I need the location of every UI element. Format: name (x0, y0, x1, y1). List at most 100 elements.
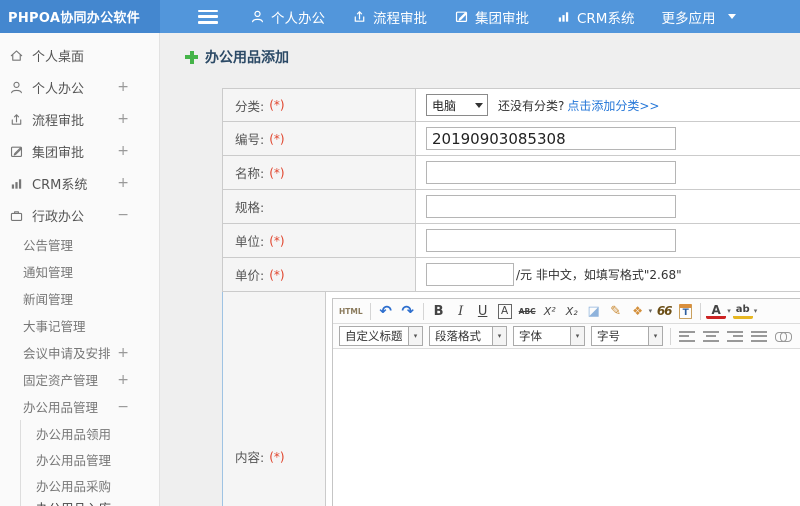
bar-chart-icon (9, 176, 25, 191)
dropdown-caret-icon: ▾ (753, 307, 758, 315)
font-size-select[interactable]: 字号 ▾ (591, 326, 663, 346)
nav-item-crm[interactable]: CRM系统 (556, 7, 634, 27)
nav-item-label: 个人办公 (271, 10, 325, 27)
form-row-unit: 单位: (*) (222, 224, 800, 258)
category-select[interactable]: 电脑 (426, 94, 488, 116)
strikethrough-button[interactable]: ABC (517, 301, 538, 322)
custom-heading-select[interactable]: 自定义标题 ▾ (339, 326, 423, 346)
price-format-hint: /元 非中文，如填写格式"2.68" (516, 268, 682, 282)
nav-item-personal-office[interactable]: 个人办公 (250, 7, 325, 27)
sidebar-subitem-notices[interactable]: 通知管理 (0, 258, 159, 285)
select-caret-icon: ▾ (570, 327, 584, 345)
paragraph-format-select[interactable]: 段落格式 ▾ (429, 326, 507, 346)
form-row-content: 内容: (*) HTML ↶ ↷ B I U A ABC X² X₂ ◪ ✎ ❖… (222, 292, 800, 506)
content-label: 内容: (235, 450, 265, 465)
nav-item-more-apps[interactable]: 更多应用 (661, 7, 737, 27)
nav-item-label: 流程审批 (373, 10, 427, 27)
sidebar-item-label: 个人办公 (32, 81, 85, 97)
name-label: 名称: (235, 166, 265, 181)
brush-icon[interactable]: ✎ (606, 301, 626, 322)
sidebar-subitem-announcements[interactable]: 公告管理 (0, 231, 159, 258)
sidebar-subitem-fixed-assets[interactable]: 固定资产管理 + (0, 366, 159, 393)
code-input[interactable] (426, 127, 676, 150)
html-source-button[interactable]: HTML (337, 301, 365, 322)
subscript-button[interactable]: X₂ (562, 301, 582, 322)
sidebar-subitem-memorabilia[interactable]: 大事记管理 (0, 312, 159, 339)
caret-down-icon (728, 14, 737, 19)
font-color-button[interactable]: A (706, 303, 727, 319)
redo-icon[interactable]: ↷ (398, 301, 418, 322)
select-caret-icon: ▾ (492, 327, 506, 345)
category-hint: 还没有分类? (498, 98, 565, 113)
sidebar-item-admin-office[interactable]: 行政办公 − (0, 199, 159, 231)
nav-item-label: 集团审批 (475, 10, 529, 27)
spec-input[interactable] (426, 195, 676, 218)
briefcase-icon (9, 208, 25, 223)
align-left-icon[interactable] (679, 330, 695, 343)
undo-icon[interactable]: ↶ (376, 301, 396, 322)
sidebar-item-desktop[interactable]: 个人桌面 (0, 39, 159, 71)
unit-label: 单位: (235, 234, 265, 249)
app-logo[interactable]: PHPOA协同办公软件 (0, 0, 160, 33)
dropdown-caret-icon: ▾ (727, 307, 731, 315)
expand-plus-icon: + (117, 344, 129, 361)
sidebar-subitem-office-supplies[interactable]: 办公用品管理 − (0, 393, 159, 420)
paste-clipboard-icon[interactable]: T (679, 303, 693, 319)
char-border-button[interactable]: A (497, 303, 512, 319)
format-painter-icon[interactable]: ❖ (628, 301, 648, 322)
add-category-link[interactable]: 点击添加分类>> (567, 97, 659, 114)
sidebar-subitem-supplies-requisition[interactable]: 办公用品领用 (21, 420, 159, 446)
sidebar-item-workflow-approval[interactable]: 流程审批 + (0, 103, 159, 135)
expand-plus-icon: + (117, 111, 129, 127)
unit-input[interactable] (426, 229, 676, 252)
required-marker: (*) (269, 165, 285, 180)
collapse-minus-icon: − (117, 207, 129, 223)
sidebar-subitem-meetings[interactable]: 会议申请及安排 + (0, 339, 159, 366)
rich-text-editor: HTML ↶ ↷ B I U A ABC X² X₂ ◪ ✎ ❖ ▾ 66 T … (332, 298, 800, 506)
name-input[interactable] (426, 161, 676, 184)
underline-button[interactable]: U (473, 301, 493, 322)
eraser-icon[interactable]: ◪ (584, 301, 604, 322)
code-label: 编号: (235, 132, 265, 147)
hamburger-menu-icon[interactable] (198, 9, 218, 24)
sidebar-subitem-supplies-inbound-partial[interactable]: 办公用品入库 (21, 498, 159, 506)
main-content: 办公用品添加 分类: (*) 电脑 还没有分类? 点击添加分类>> 编号: (*… (160, 33, 800, 506)
nav-item-label: CRM系统 (577, 10, 635, 27)
sidebar-item-label: 行政办公 (32, 209, 85, 225)
office-supplies-submenu: 办公用品领用 办公用品管理 办公用品采购 办公用品入库 (20, 420, 159, 506)
sidebar-item-personal-office[interactable]: 个人办公 + (0, 71, 159, 103)
highlight-color-button[interactable]: ab (732, 303, 753, 319)
superscript-button[interactable]: X² (540, 301, 560, 322)
add-plus-icon (185, 50, 198, 64)
price-label: 单价: (235, 268, 265, 283)
bold-button[interactable]: B (429, 301, 449, 322)
sidebar-subitem-supplies-management[interactable]: 办公用品管理 (21, 446, 159, 472)
dropdown-caret-icon: ▾ (648, 307, 653, 315)
font-family-select[interactable]: 字体 ▾ (513, 326, 585, 346)
italic-button[interactable]: I (451, 301, 471, 322)
form-row-name: 名称: (*) (222, 156, 800, 190)
add-supply-form: 分类: (*) 电脑 还没有分类? 点击添加分类>> 编号: (*) 20190… (222, 88, 800, 506)
price-input[interactable] (426, 263, 514, 286)
align-center-icon[interactable] (703, 330, 719, 343)
align-right-icon[interactable] (727, 330, 743, 343)
editor-toolbar-row2: 自定义标题 ▾ 段落格式 ▾ 字体 ▾ 字号 ▾ (333, 324, 800, 349)
editor-content-area[interactable] (333, 349, 800, 506)
link-icon[interactable] (775, 330, 792, 342)
nav-item-group-approval[interactable]: 集团审批 (454, 7, 529, 27)
form-row-code: 编号: (*) (222, 122, 800, 156)
nav-item-workflow-approval[interactable]: 流程审批 (352, 7, 427, 27)
form-row-category: 分类: (*) 电脑 还没有分类? 点击添加分类>> (222, 88, 800, 122)
align-justify-icon[interactable] (751, 330, 767, 343)
required-marker: (*) (269, 449, 285, 464)
sidebar-subitem-news[interactable]: 新闻管理 (0, 285, 159, 312)
collapse-minus-icon: − (117, 398, 129, 415)
sidebar-item-group-approval[interactable]: 集团审批 + (0, 135, 159, 167)
expand-plus-icon: + (117, 371, 129, 388)
blockquote-button[interactable]: 66 (654, 301, 674, 322)
user-icon (250, 9, 265, 24)
sidebar-subitem-supplies-purchase[interactable]: 办公用品采购 (21, 472, 159, 498)
sidebar-item-crm[interactable]: CRM系统 + (0, 167, 159, 199)
submit-arrow-icon (352, 9, 367, 24)
page-title: 办公用品添加 (185, 47, 289, 67)
